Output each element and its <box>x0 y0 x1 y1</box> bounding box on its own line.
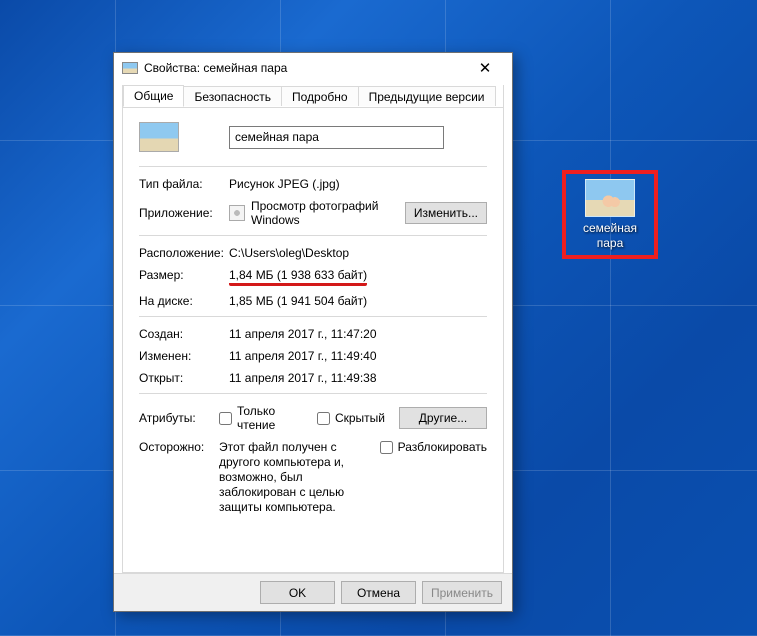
checkbox-unblock[interactable]: Разблокировать <box>380 440 487 454</box>
label-created: Создан: <box>139 327 229 341</box>
photo-viewer-icon <box>229 205 245 221</box>
tab-previous-versions[interactable]: Предыдущие версии <box>358 86 496 106</box>
label-caution: Осторожно: <box>139 440 219 454</box>
titlebar[interactable]: Свойства: семейная пара ✕ <box>114 53 512 83</box>
value-created: 11 апреля 2017 г., 11:47:20 <box>229 327 487 341</box>
tab-general-content: Тип файла: Рисунок JPEG (.jpg) Приложени… <box>123 107 503 572</box>
desktop-file-icon[interactable]: семейная пара <box>562 170 658 259</box>
value-size: 1,84 МБ (1 938 633 байт) <box>229 268 367 286</box>
label-location: Расположение: <box>139 246 229 260</box>
value-size-on-disk: 1,85 МБ (1 941 504 байт) <box>229 294 487 308</box>
ok-button[interactable]: OK <box>260 581 335 604</box>
label-file-type: Тип файла: <box>139 177 229 191</box>
desktop-icon-label: семейная пара <box>569 221 651 251</box>
label-size: Размер: <box>139 268 229 282</box>
label-accessed: Открыт: <box>139 371 229 385</box>
checkbox-hidden[interactable]: Скрытый <box>317 411 385 425</box>
label-attributes: Атрибуты: <box>139 411 219 425</box>
change-app-button[interactable]: Изменить... <box>405 202 487 224</box>
cancel-button[interactable]: Отмена <box>341 581 416 604</box>
filename-input[interactable] <box>229 126 444 149</box>
dialog-button-row: OK Отмена Применить <box>114 573 512 611</box>
label-modified: Изменен: <box>139 349 229 363</box>
checkbox-readonly[interactable]: Только чтение <box>219 404 303 432</box>
attributes-other-button[interactable]: Другие... <box>399 407 487 429</box>
close-button[interactable]: ✕ <box>466 59 504 77</box>
tab-strip: Общие Безопасность Подробно Предыдущие в… <box>123 84 503 107</box>
properties-dialog: Свойства: семейная пара ✕ Общие Безопасн… <box>113 52 513 612</box>
value-location: C:\Users\oleg\Desktop <box>229 246 487 260</box>
caution-text: Этот файл получен с другого компьютера и… <box>219 440 372 515</box>
label-size-on-disk: На диске: <box>139 294 229 308</box>
tab-security[interactable]: Безопасность <box>183 86 282 106</box>
apply-button[interactable]: Применить <box>422 581 502 604</box>
value-file-type: Рисунок JPEG (.jpg) <box>229 177 487 191</box>
file-thumbnail-icon <box>585 179 635 217</box>
value-app: Просмотр фотографий Windows <box>251 199 399 227</box>
window-title: Свойства: семейная пара <box>144 61 466 75</box>
value-accessed: 11 апреля 2017 г., 11:49:38 <box>229 371 487 385</box>
tab-details[interactable]: Подробно <box>281 86 359 106</box>
tab-general[interactable]: Общие <box>123 85 184 107</box>
value-modified: 11 апреля 2017 г., 11:49:40 <box>229 349 487 363</box>
label-app: Приложение: <box>139 206 229 220</box>
titlebar-image-icon <box>122 62 138 74</box>
file-preview-icon <box>139 122 179 152</box>
